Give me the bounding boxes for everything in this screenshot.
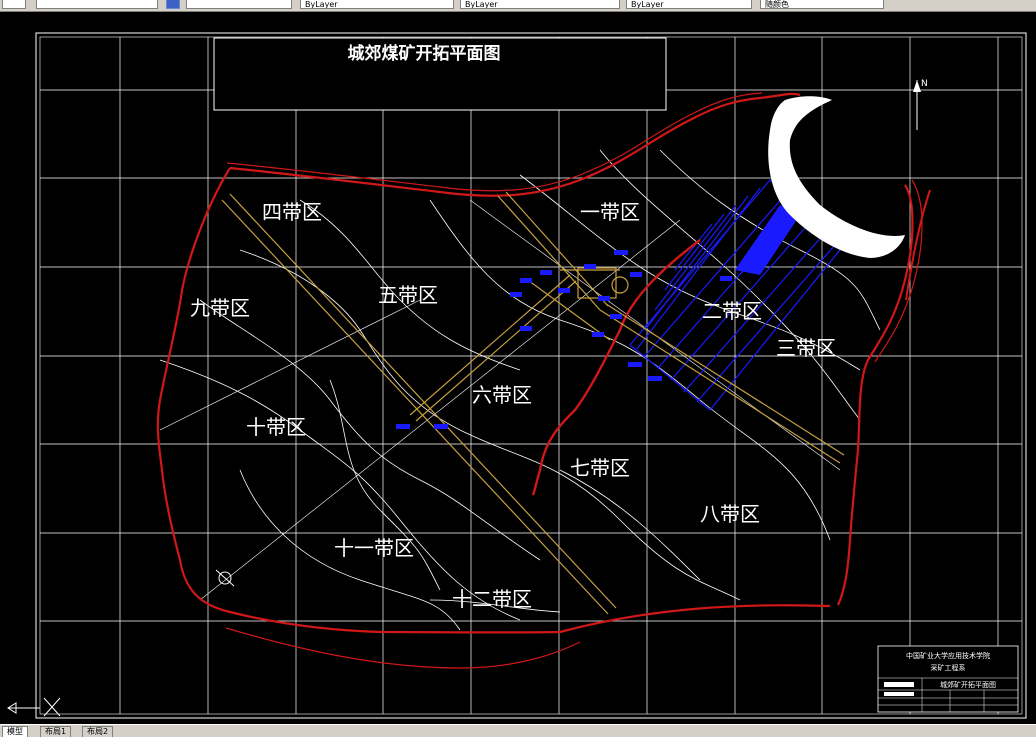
title-block: 中国矿业大学应用技术学院 采矿工程系 城郊矿开拓平面图 [877, 645, 1019, 713]
zone-label-4: 四带区 [262, 200, 322, 224]
plotstyle-dropdown[interactable]: ByLayer [626, 0, 752, 9]
zone-label-2: 二带区 [702, 299, 762, 323]
shaft-symbol [215, 569, 235, 587]
north-arrow: N [913, 79, 928, 130]
north-label: N [921, 79, 928, 89]
tab-layout2[interactable]: 布局2 [82, 726, 114, 737]
zone-label-5: 五带区 [378, 283, 438, 307]
layer-properties-icon[interactable] [166, 0, 180, 9]
linetype-dropdown[interactable]: ByLayer [300, 0, 454, 9]
ucs-icon [7, 697, 61, 717]
plot-color-dropdown[interactable]: 随颜色 [760, 0, 884, 9]
zone-label-6: 六带区 [472, 383, 532, 407]
tab-model[interactable]: 模型 [2, 726, 28, 737]
zone-label-7: 七带区 [570, 456, 630, 480]
tab-layout1[interactable]: 布局1 [40, 726, 72, 737]
color-dropdown[interactable] [186, 0, 292, 9]
coordinate-grid [40, 37, 1022, 714]
zone-label-11: 十一带区 [334, 536, 414, 560]
zone-label-12: 十二带区 [452, 587, 532, 611]
inner-frame [39, 36, 1023, 715]
title-block-drawing-name: 城郊矿开拓平面图 [940, 680, 996, 689]
layout-tabs-bar: 模型 布局1 布局2 [0, 724, 1036, 737]
river [768, 96, 905, 258]
title-block-institution: 中国矿业大学应用技术学院 [906, 651, 990, 660]
lineweight-dropdown[interactable]: ByLayer [460, 0, 620, 9]
zone-label-3: 三带区 [776, 336, 836, 360]
mine-boundary [156, 92, 914, 634]
zone-label-1: 一带区 [580, 200, 640, 224]
fault-line-east [905, 189, 931, 301]
borehole-markers [396, 250, 732, 429]
zone-label-9: 九带区 [190, 296, 250, 320]
title-block-department: 采矿工程系 [931, 663, 966, 672]
layer-dropdown[interactable] [2, 0, 26, 9]
outer-frame [35, 32, 1027, 719]
zone-label-8: 八带区 [700, 502, 760, 526]
zone-label-10: 十带区 [246, 415, 306, 439]
layer-name-dropdown[interactable] [36, 0, 158, 9]
drawing-title: 城郊煤矿开拓平面图 [348, 43, 501, 64]
drawing-canvas[interactable]: 城郊煤矿开拓平面图 一带区 二带区 三带区 四带区 五带区 六带区 七带区 八带… [0, 11, 1036, 725]
